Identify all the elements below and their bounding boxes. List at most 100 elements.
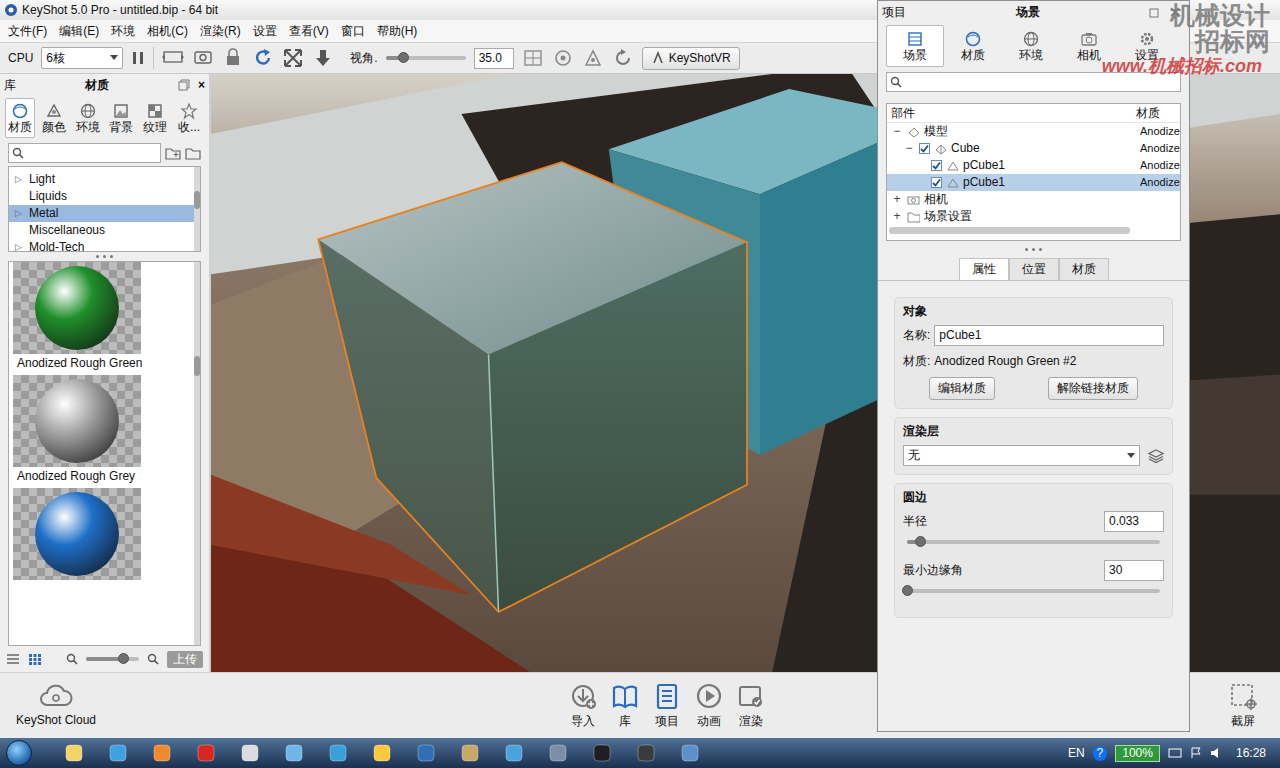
property-tab[interactable]: 材质 [1059, 258, 1109, 280]
slider-knob[interactable] [398, 52, 409, 63]
help-button[interactable]: ? [1093, 746, 1108, 761]
project-tab[interactable]: 场景 [886, 25, 944, 67]
taskbar-app[interactable] [540, 744, 576, 762]
material-scrollbar[interactable] [194, 262, 200, 645]
material-item[interactable]: Anodized Rough Green [13, 262, 194, 375]
menu-item[interactable]: 环境 [105, 24, 141, 39]
bottom-button[interactable]: 渲染 [730, 682, 772, 729]
slider-value-input[interactable]: 30 [1104, 560, 1164, 581]
visibility-checkbox[interactable] [931, 177, 942, 188]
screenshot-button[interactable]: 截屏 [1222, 682, 1264, 729]
library-search[interactable] [8, 143, 161, 163]
view-angle-input[interactable]: 35.0 [474, 48, 514, 69]
scene-tree-row[interactable]: −模型Anodize [887, 123, 1180, 140]
view-angle-slider[interactable] [386, 56, 466, 60]
bottom-button[interactable]: 库 [604, 682, 646, 729]
project-tab[interactable]: 相机 [1060, 25, 1118, 67]
taskbar-app[interactable] [188, 744, 224, 762]
object-button[interactable]: 解除链接材质 [1048, 377, 1138, 400]
library-tab[interactable]: 颜色 [39, 98, 69, 138]
taskbar-app[interactable] [672, 744, 708, 762]
keyshot-cloud-button[interactable]: KeyShot Cloud [16, 683, 96, 728]
taskbar-app[interactable] [276, 744, 312, 762]
taskbar-app[interactable] [232, 744, 268, 762]
menu-item[interactable]: 帮助(H) [371, 24, 424, 39]
project-tab[interactable]: 材质 [944, 25, 1002, 67]
language-indicator[interactable]: EN [1068, 746, 1085, 761]
taskbar-app[interactable] [364, 744, 400, 762]
render-layer-select[interactable]: 无 [903, 445, 1140, 466]
menu-item[interactable]: 窗口 [335, 24, 371, 39]
project-tab[interactable]: 设置 [1118, 25, 1176, 67]
property-tab[interactable]: 属性 [959, 258, 1009, 280]
property-tab[interactable]: 位置 [1009, 258, 1059, 280]
bottom-button[interactable]: 项目 [646, 682, 688, 729]
column-header[interactable]: 材质 [1136, 106, 1176, 121]
expand-arrow[interactable]: ▷ [15, 208, 29, 219]
library-folder[interactable]: ▷Metal [9, 205, 194, 222]
taskbar-app[interactable] [584, 744, 620, 762]
menu-item[interactable]: 文件(F) [2, 24, 53, 39]
menu-item[interactable]: 查看(V) [283, 24, 335, 39]
scene-tree-row[interactable]: pCube1Anodize [887, 157, 1180, 174]
library-tab[interactable]: 材质 [5, 98, 35, 138]
project-search[interactable] [886, 72, 1181, 92]
expand-toggle[interactable]: − [891, 124, 903, 139]
clock[interactable]: 16:28 [1236, 746, 1266, 761]
expand-toggle[interactable]: + [891, 209, 903, 224]
menu-item[interactable]: 编辑(E) [53, 24, 105, 39]
expand-toggle[interactable]: + [891, 192, 903, 207]
scene-tree-row[interactable]: +场景设置 [887, 208, 1180, 225]
library-tab[interactable]: 环境 [73, 98, 103, 138]
library-folder[interactable]: ▷Mold-Tech [9, 239, 194, 256]
library-folder[interactable]: Miscellaneous [9, 222, 194, 239]
thumbnail-size-slider[interactable] [86, 657, 139, 661]
project-tab[interactable]: 环境 [1002, 25, 1060, 67]
expand-toggle[interactable]: − [903, 141, 915, 156]
slider-knob[interactable] [915, 536, 926, 547]
expand-arrow[interactable]: ▷ [15, 174, 29, 185]
object-button[interactable]: 编辑材质 [929, 377, 995, 400]
taskbar-app[interactable] [320, 744, 356, 762]
library-folder[interactable]: Liquids [9, 188, 194, 205]
material-item[interactable]: Anodized Rough Grey [13, 375, 194, 488]
library-close-button[interactable]: × [198, 78, 205, 93]
menu-item[interactable]: 渲染(R) [194, 24, 247, 39]
slider-value-input[interactable]: 0.033 [1104, 511, 1164, 532]
scene-tree-row[interactable]: −CubeAnodize [887, 140, 1180, 157]
taskbar-app[interactable] [408, 744, 444, 762]
expand-arrow[interactable]: ▷ [15, 242, 29, 253]
visibility-checkbox[interactable] [931, 160, 942, 171]
slider-knob[interactable] [902, 585, 913, 596]
library-tab[interactable]: 背景 [106, 98, 136, 138]
splitter[interactable] [0, 252, 209, 261]
taskbar-app[interactable] [452, 744, 488, 762]
keyshotvr-button[interactable]: KeyShotVR [642, 47, 740, 70]
column-header[interactable]: 部件 [891, 106, 1136, 121]
cpu-select[interactable]: 6核 [41, 47, 123, 69]
tree-scrollbar[interactable] [194, 167, 200, 251]
scene-tree-row[interactable]: pCube1Anodize [887, 174, 1180, 191]
taskbar-app[interactable] [56, 744, 92, 762]
start-button[interactable] [6, 740, 32, 766]
upload-button[interactable]: 上传 [167, 651, 203, 668]
menu-item[interactable]: 设置 [247, 24, 283, 39]
library-folder[interactable]: ▷Light [9, 171, 194, 188]
library-tab[interactable]: 纹理 [140, 98, 170, 138]
splitter[interactable] [878, 245, 1189, 254]
menu-item[interactable]: 相机(C) [141, 24, 194, 39]
library-tab[interactable]: 收... [174, 98, 204, 138]
taskbar-app[interactable] [100, 744, 136, 762]
name-input[interactable]: pCube1 [934, 325, 1164, 346]
bottom-button[interactable]: 动画 [688, 682, 730, 729]
round-edge-slider[interactable] [907, 540, 1160, 544]
round-edge-slider[interactable] [907, 589, 1160, 593]
slider-knob[interactable] [118, 653, 129, 664]
taskbar-app[interactable] [628, 744, 664, 762]
bottom-button[interactable]: 导入 [562, 682, 604, 729]
scene-tree-row[interactable]: +相机 [887, 191, 1180, 208]
visibility-checkbox[interactable] [919, 143, 930, 154]
material-item[interactable] [13, 488, 194, 580]
taskbar-app[interactable] [496, 744, 532, 762]
taskbar-app[interactable] [144, 744, 180, 762]
